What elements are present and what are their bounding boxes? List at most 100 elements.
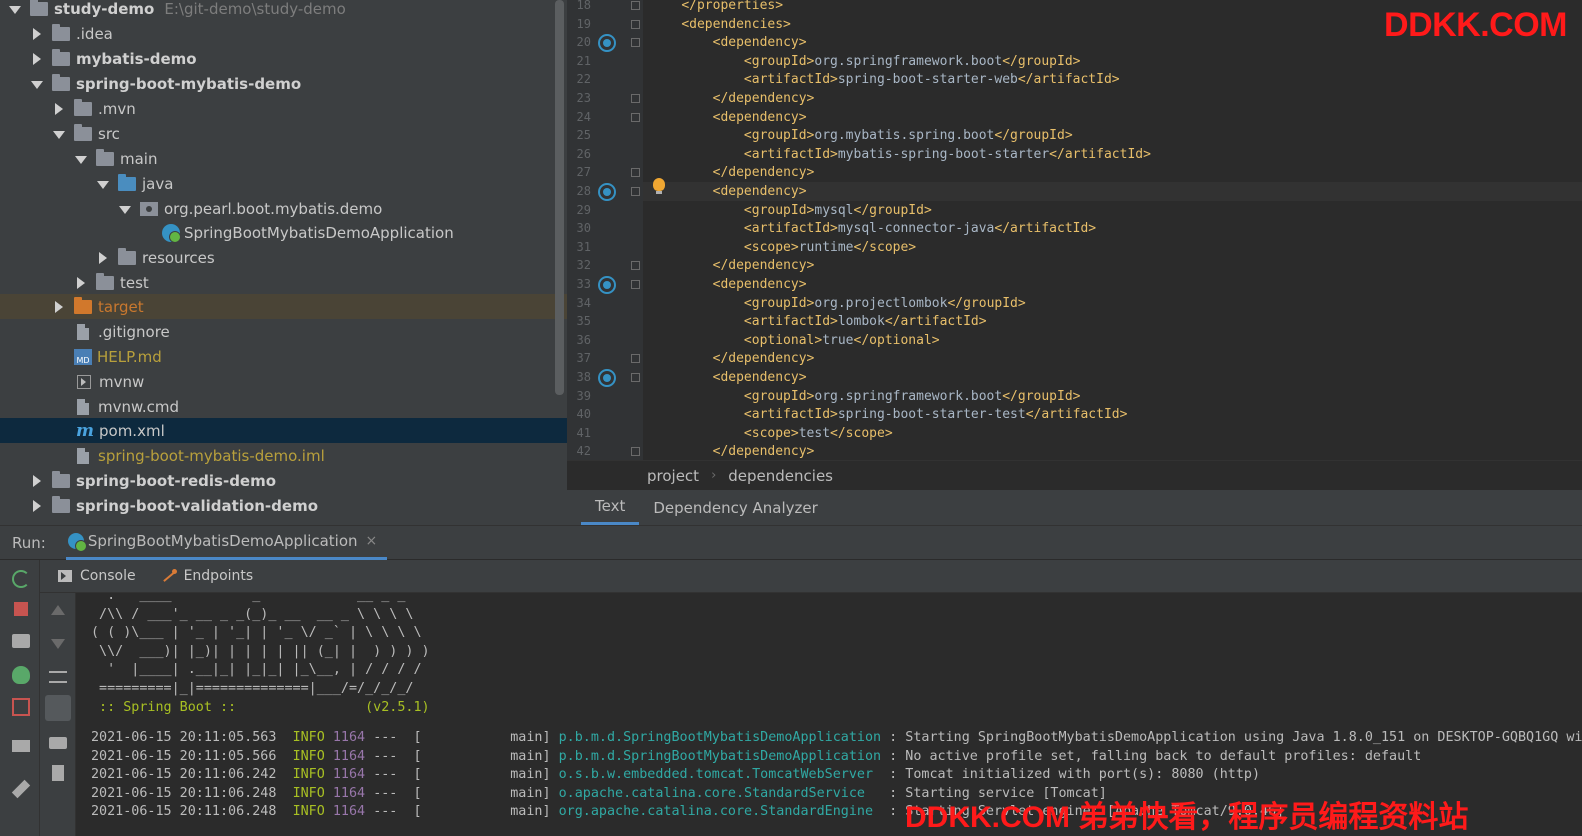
fold-marker-icon[interactable] (631, 1, 640, 10)
code-line: <dependency> (712, 35, 807, 51)
code-line: </dependency> (712, 91, 815, 106)
code-line: <groupId>org.springframework.boot</group… (743, 388, 1081, 404)
expand-arrow-icon[interactable] (118, 203, 131, 215)
spring-boot-class-icon (162, 223, 181, 243)
tree-item-mvn[interactable]: .mvn (0, 96, 567, 121)
fold-marker-icon[interactable] (631, 94, 640, 103)
banner-line: /\\ / ___'_ __ _ _(_)_ __ __ _ \ \ \ \ (91, 606, 414, 622)
fold-marker-icon[interactable] (631, 280, 640, 289)
tree-item-label: study-demo (54, 0, 155, 18)
tree-item-idea[interactable]: .idea (0, 21, 567, 46)
close-icon[interactable]: × (366, 533, 378, 549)
tab-console[interactable]: Console (58, 568, 136, 584)
layout-icon[interactable] (12, 740, 30, 752)
scroll-to-end-icon[interactable] (45, 695, 71, 721)
fold-marker-icon[interactable] (631, 168, 640, 178)
soft-wrap-icon[interactable] (49, 671, 67, 683)
line-number: 38 (576, 370, 591, 384)
log-thread: --- [ main] (373, 748, 551, 764)
run-config-tab[interactable]: SpringBootMybatisDemoApplication × (65, 526, 388, 560)
run-gutter-icon[interactable] (598, 369, 616, 387)
tree-item-resources[interactable]: resources (0, 245, 567, 270)
expand-arrow-icon[interactable] (8, 3, 21, 15)
code-line: </dependency> (712, 444, 815, 460)
line-number: 35 (576, 314, 591, 329)
collapse-arrow-icon[interactable] (30, 52, 42, 65)
fold-marker-icon[interactable] (631, 19, 640, 29)
tree-item-mybatis-demo[interactable]: mybatis-demo (0, 46, 567, 71)
log-msg: : Tomcat initialized with port(s): 8080 … (889, 767, 1261, 783)
tree-item-label: spring-boot-mybatis-demo (76, 74, 302, 93)
stop-icon[interactable] (14, 602, 28, 616)
pin-icon[interactable] (11, 779, 31, 799)
tree-item-pom-xml[interactable]: m pom.xml (0, 418, 567, 443)
run-gutter-icon[interactable] (598, 183, 616, 201)
tree-item-src[interactable]: src (0, 121, 567, 146)
lightbulb-icon[interactable] (653, 178, 665, 194)
breadcrumb-item-project[interactable]: project (647, 467, 699, 485)
tree-item-help-md[interactable]: MD HELP.md (0, 344, 567, 369)
fold-marker-icon[interactable] (631, 354, 640, 364)
tree-item-package[interactable]: org.pearl.boot.mybatis.demo (0, 196, 567, 221)
tab-console-label: Console (80, 568, 136, 584)
expand-arrow-icon[interactable] (74, 153, 87, 165)
fold-marker-icon[interactable] (631, 187, 640, 196)
run-gutter-icon[interactable] (598, 276, 616, 294)
expand-arrow-icon[interactable] (30, 78, 43, 90)
tree-item-spring-boot-mybatis-demo[interactable]: spring-boot-mybatis-demo (0, 71, 567, 96)
collapse-arrow-icon[interactable] (74, 276, 86, 289)
tree-item-target[interactable]: target (0, 294, 567, 319)
log-level: INFO (292, 730, 325, 745)
code-line: </properties> (681, 0, 784, 13)
tab-text[interactable]: Text (581, 490, 640, 525)
arrow-up-icon[interactable] (51, 605, 65, 615)
breadcrumb-item-dependencies[interactable]: dependencies (728, 467, 833, 485)
code-editor[interactable]: 18 19 20 21 22 23 24 25 26 27 28 29 30 31 32 33 34 35 36 37… (567, 0, 1582, 460)
module-file-icon (77, 447, 89, 464)
tab-dependency-analyzer[interactable]: Dependency Analyzer (639, 490, 831, 525)
collapse-arrow-icon[interactable] (96, 251, 108, 264)
line-number: 40 (576, 407, 591, 422)
tree-scrollbar[interactable] (555, 0, 564, 395)
line-number: 22 (576, 72, 591, 87)
exit-icon[interactable] (12, 698, 30, 716)
collapse-arrow-icon[interactable] (30, 474, 42, 487)
tree-item-gitignore[interactable]: .gitignore (0, 319, 567, 344)
trash-icon[interactable] (52, 765, 64, 781)
camera-icon[interactable] (12, 634, 30, 648)
expand-arrow-icon[interactable] (52, 128, 65, 140)
line-number: 28 (576, 184, 591, 198)
source-folder-icon (118, 173, 136, 191)
print-icon[interactable] (49, 737, 67, 749)
line-number: 32 (576, 258, 591, 273)
collapse-arrow-icon[interactable] (30, 27, 42, 40)
tab-endpoints[interactable]: Endpoints (162, 568, 253, 584)
code-line: <artifactId>mysql-connector-java</artifa… (743, 221, 1097, 237)
fold-marker-icon[interactable] (631, 261, 640, 271)
tree-item-study-demo[interactable]: study-demo E:\git-demo\study-demo (0, 0, 567, 21)
tree-item-spring-boot-validation-demo[interactable]: spring-boot-validation-demo (0, 493, 567, 518)
collapse-arrow-icon[interactable] (30, 499, 42, 512)
fold-marker-icon[interactable] (631, 373, 640, 382)
debug-icon[interactable] (12, 666, 30, 684)
folder-icon (96, 148, 114, 166)
tree-item-test[interactable]: test (0, 270, 567, 295)
collapse-arrow-icon[interactable] (52, 102, 64, 115)
expand-arrow-icon[interactable] (96, 178, 109, 190)
arrow-down-icon[interactable] (51, 639, 65, 649)
tree-item-application-class[interactable]: SpringBootMybatisDemoApplication (0, 220, 567, 245)
fold-marker-icon[interactable] (631, 112, 640, 122)
tree-item-mvnw-cmd[interactable]: mvnw.cmd (0, 394, 567, 419)
fold-marker-icon[interactable] (631, 38, 640, 48)
module-folder-icon (30, 0, 48, 16)
rerun-icon[interactable] (12, 570, 30, 588)
tree-item-java[interactable]: java (0, 171, 567, 196)
tree-item-main[interactable]: main (0, 146, 567, 171)
tree-item-spring-boot-redis-demo[interactable]: spring-boot-redis-demo (0, 468, 567, 493)
tree-item-mvnw[interactable]: mvnw (0, 369, 567, 394)
run-gutter-icon[interactable] (598, 34, 616, 53)
editor-gutter: 18 19 20 21 22 23 24 25 26 27 28 29 30 31 32 33 34 35 36 37… (567, 0, 643, 460)
collapse-arrow-icon[interactable] (52, 300, 64, 313)
fold-marker-icon[interactable] (631, 447, 640, 457)
tree-item-iml[interactable]: spring-boot-mybatis-demo.iml (0, 443, 567, 468)
